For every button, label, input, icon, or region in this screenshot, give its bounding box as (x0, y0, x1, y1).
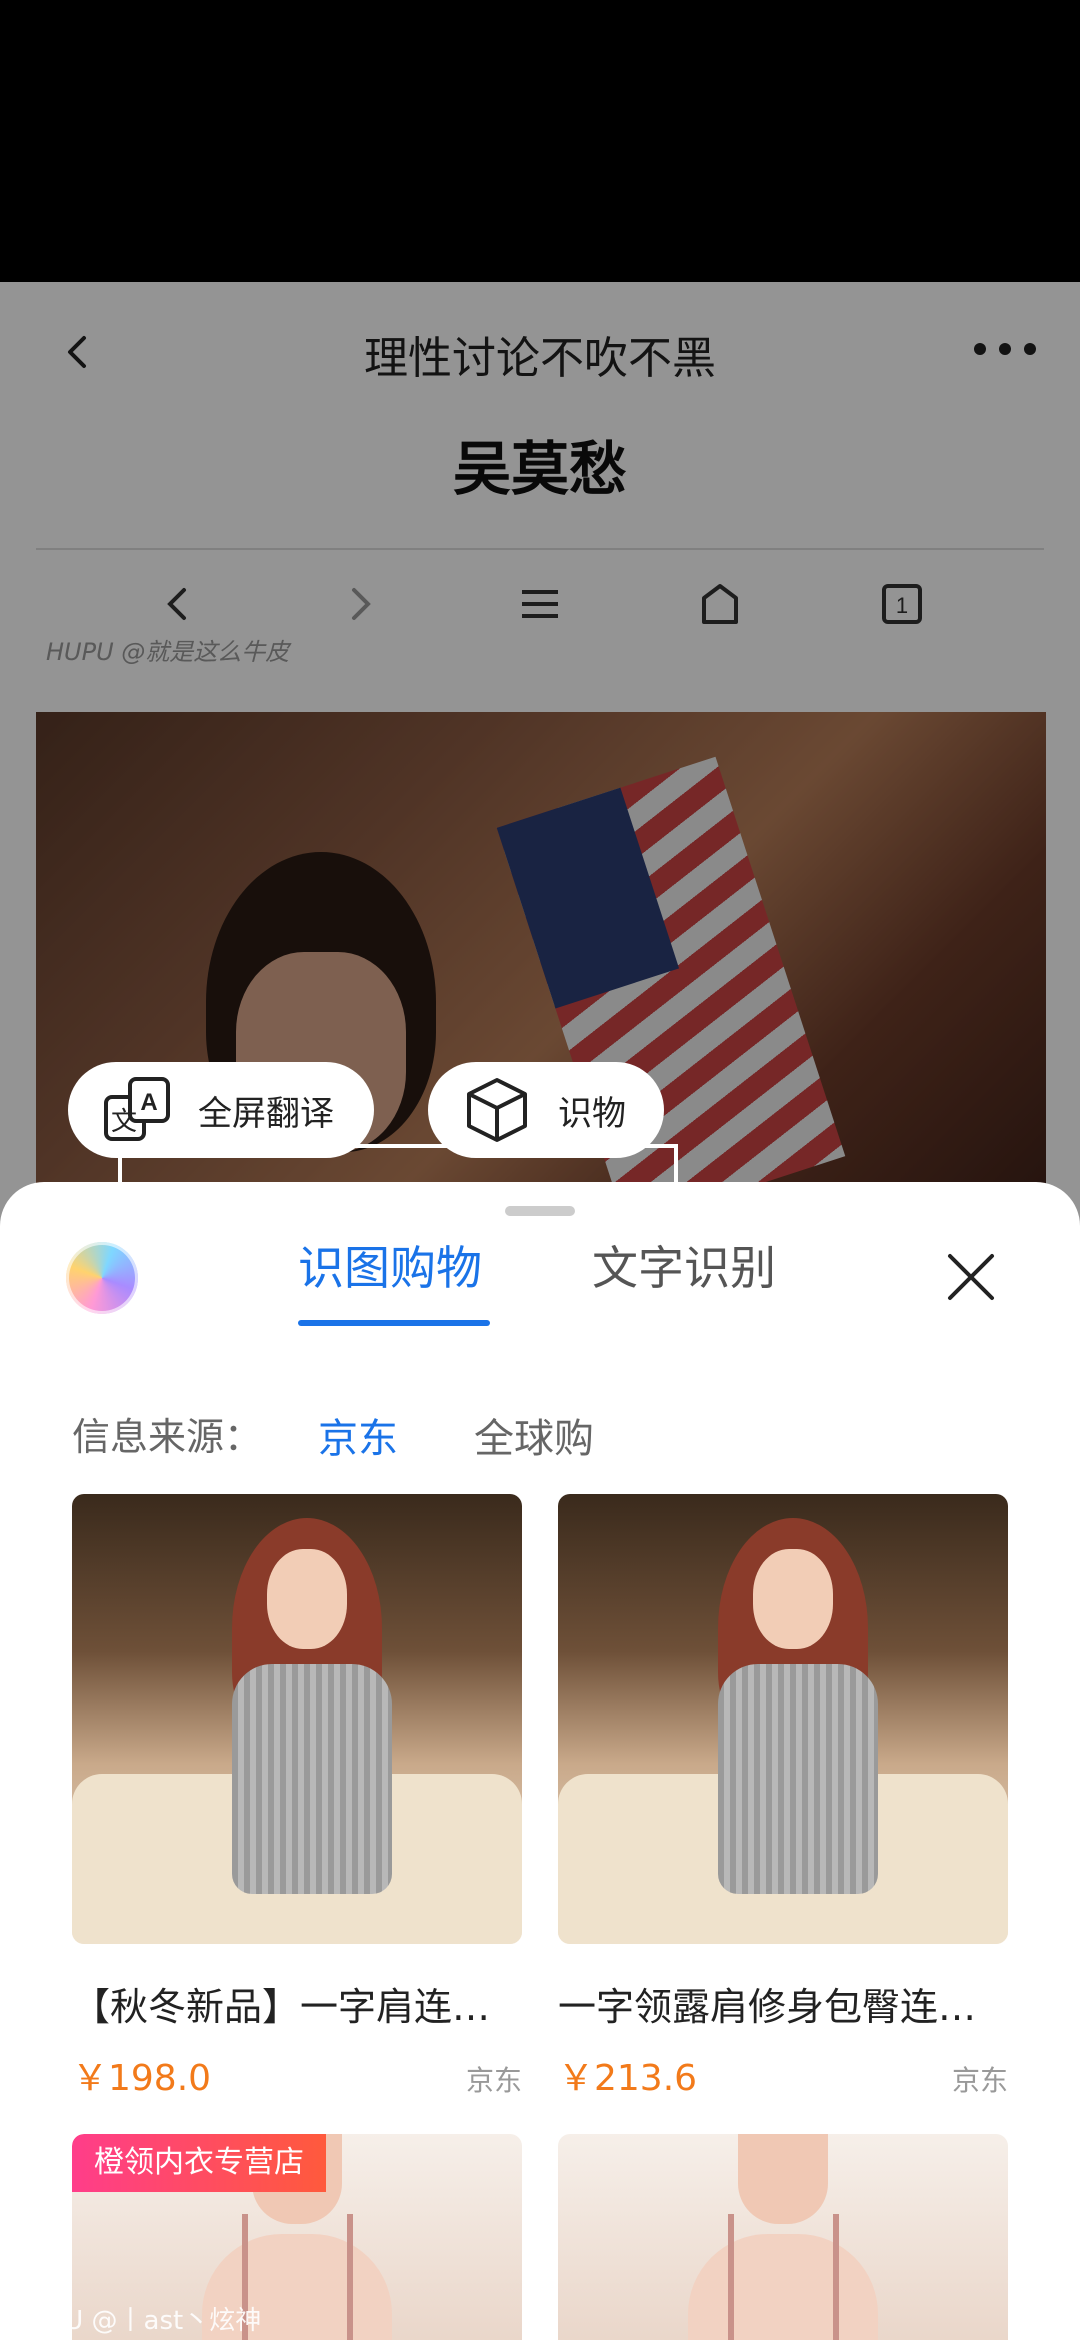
watermark-bottom: HUPU @丨ast丶炫神 (10, 2306, 262, 2336)
translate-icon: 文 A (104, 1077, 170, 1141)
svg-text:文: 文 (111, 1107, 137, 1137)
translate-label: 全屏翻译 (198, 1093, 334, 1134)
product-card[interactable]: 【秋冬新品】一字肩连衣裙女2019新款 ￥198.0 京东 (72, 1494, 522, 2101)
identify-label: 识物 (558, 1093, 626, 1134)
assistant-logo-icon[interactable] (66, 1242, 138, 1314)
shop-tag: 橙领内衣专营店 (72, 2134, 326, 2192)
active-tab-indicator (298, 1320, 490, 1326)
product-image[interactable] (558, 1494, 1008, 1944)
tab-text-recognition[interactable]: 文字识别 (592, 1232, 776, 1298)
image-search-sheet: 识图购物 文字识别 信息来源： 京东 全球购 【秋冬新品】一字肩连衣裙女2019… (0, 1182, 1080, 2340)
product-store: 京东 (465, 2064, 522, 2097)
product-price: ￥213.6 (558, 2058, 698, 2099)
product-store: 京东 (951, 2064, 1008, 2097)
product-image[interactable] (558, 2134, 1008, 2340)
product-image[interactable] (72, 1494, 522, 1944)
source-option-jd[interactable]: 京东 (318, 1406, 398, 1464)
product-price: ￥198.0 (72, 2058, 212, 2099)
close-button[interactable] (946, 1252, 996, 1302)
product-card[interactable] (558, 2134, 1008, 2340)
product-name[interactable]: 一字领露肩修身包臀连衣裙 (558, 1976, 1008, 2031)
status-bar (0, 0, 1080, 282)
product-name[interactable]: 【秋冬新品】一字肩连衣裙女2019新款 (72, 1976, 522, 2031)
cube-icon (467, 1078, 527, 1142)
tab-image-shopping[interactable]: 识图购物 (298, 1232, 482, 1298)
source-option-global[interactable]: 全球购 (474, 1406, 594, 1464)
drag-handle[interactable] (505, 1206, 575, 1216)
product-card[interactable]: 一字领露肩修身包臀连衣裙 ￥213.6 京东 (558, 1494, 1008, 2101)
source-label: 信息来源： (72, 1415, 263, 1459)
svg-text:A: A (140, 1089, 157, 1116)
close-icon (948, 1254, 994, 1300)
